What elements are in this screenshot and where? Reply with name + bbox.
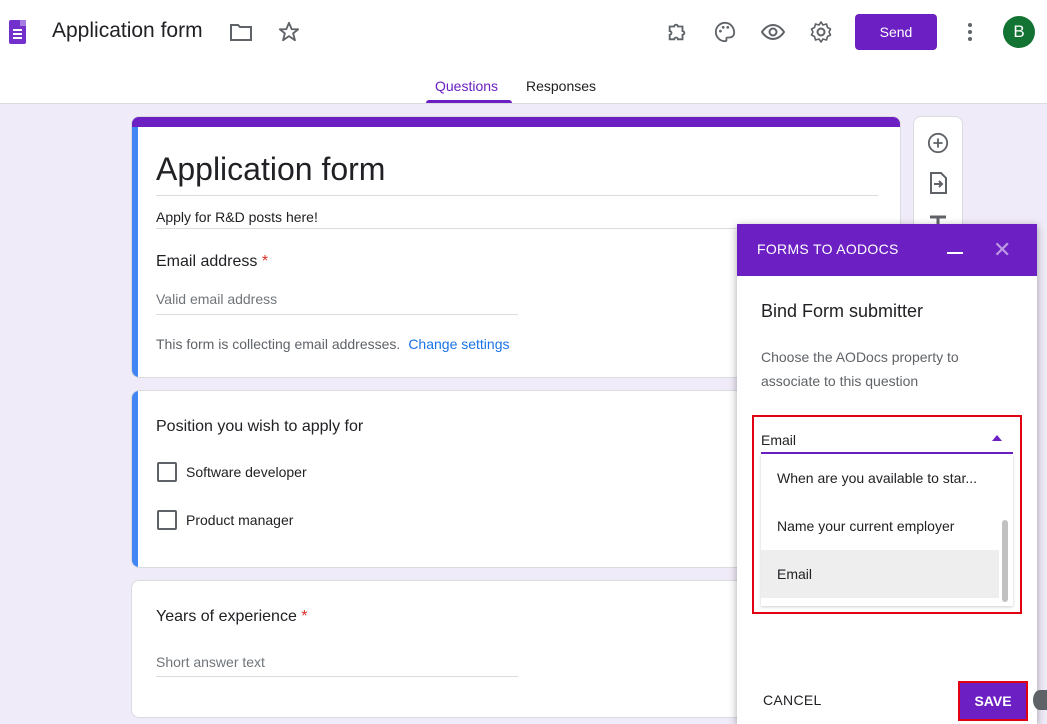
help-icon[interactable]	[1033, 690, 1047, 710]
tab-responses[interactable]: Responses	[526, 78, 596, 94]
more-icon[interactable]	[956, 18, 984, 46]
answer-underline	[156, 314, 518, 315]
folder-icon[interactable]	[227, 18, 255, 46]
add-question-icon[interactable]	[924, 129, 952, 157]
answer-underline	[156, 676, 518, 677]
dialog-header-title: FORMS TO AODOCS	[757, 241, 899, 257]
minimize-icon[interactable]	[947, 252, 963, 254]
email-question-label: Email address	[156, 253, 258, 270]
preview-icon[interactable]	[759, 18, 787, 46]
email-question-title: Email address *	[156, 253, 268, 271]
property-select[interactable]: Email	[761, 432, 796, 448]
document-title[interactable]: Application form	[52, 19, 203, 43]
cancel-button[interactable]: CANCEL	[763, 692, 822, 708]
change-settings-link[interactable]: Change settings	[408, 336, 509, 352]
google-forms-icon[interactable]	[9, 20, 26, 44]
avatar[interactable]: B	[1003, 16, 1035, 48]
required-mark: *	[261, 253, 269, 270]
position-question-title: Position you wish to apply for	[156, 418, 364, 435]
required-mark: *	[301, 608, 308, 625]
dropdown-list[interactable]: When are you available to star... Name y…	[761, 454, 1013, 606]
tab-questions[interactable]: Questions	[435, 78, 498, 94]
close-icon[interactable]: ✕	[993, 237, 1011, 263]
dialog-title: Bind Form submitter	[761, 301, 924, 321]
send-button[interactable]: Send	[855, 14, 937, 50]
dialog-description: Choose the AODocs property to associate …	[761, 349, 959, 389]
divider	[156, 195, 878, 196]
import-questions-icon[interactable]	[924, 169, 952, 197]
card-accent-bar	[132, 117, 900, 127]
palette-icon[interactable]	[711, 18, 739, 46]
dropdown-option-selected[interactable]: Email	[761, 550, 999, 598]
dialog-header: FORMS TO AODOCS ✕	[737, 224, 1037, 276]
experience-question-label: Years of experience	[156, 608, 297, 625]
email-placeholder: Valid email address	[156, 291, 278, 307]
addon-icon[interactable]	[663, 18, 691, 46]
settings-icon[interactable]	[807, 18, 835, 46]
form-description[interactable]: Apply for R&D posts here!	[156, 209, 318, 225]
checkbox[interactable]	[157, 510, 177, 530]
form-title[interactable]: Application form	[156, 151, 385, 188]
experience-question-title: Years of experience *	[156, 608, 308, 626]
short-answer-placeholder: Short answer text	[156, 654, 265, 670]
top-bar: Application form Send B Questions Respon…	[0, 0, 1047, 104]
option-label: Product manager	[186, 512, 294, 528]
collecting-note-text: This form is collecting email addresses.	[156, 336, 401, 352]
star-icon[interactable]	[275, 18, 303, 46]
dropdown-arrow-icon[interactable]	[992, 435, 1002, 441]
active-tab-indicator	[426, 100, 512, 103]
dropdown-option[interactable]: Name your current employer	[761, 502, 999, 550]
dropdown-option[interactable]: When are you available to star...	[761, 454, 999, 502]
collecting-note: This form is collecting email addresses.…	[156, 336, 510, 352]
scrollbar-thumb[interactable]	[1002, 520, 1008, 602]
question-toolbar	[913, 116, 963, 236]
save-button[interactable]: SAVE	[958, 681, 1028, 721]
checkbox[interactable]	[157, 462, 177, 482]
option-label: Software developer	[186, 464, 307, 480]
